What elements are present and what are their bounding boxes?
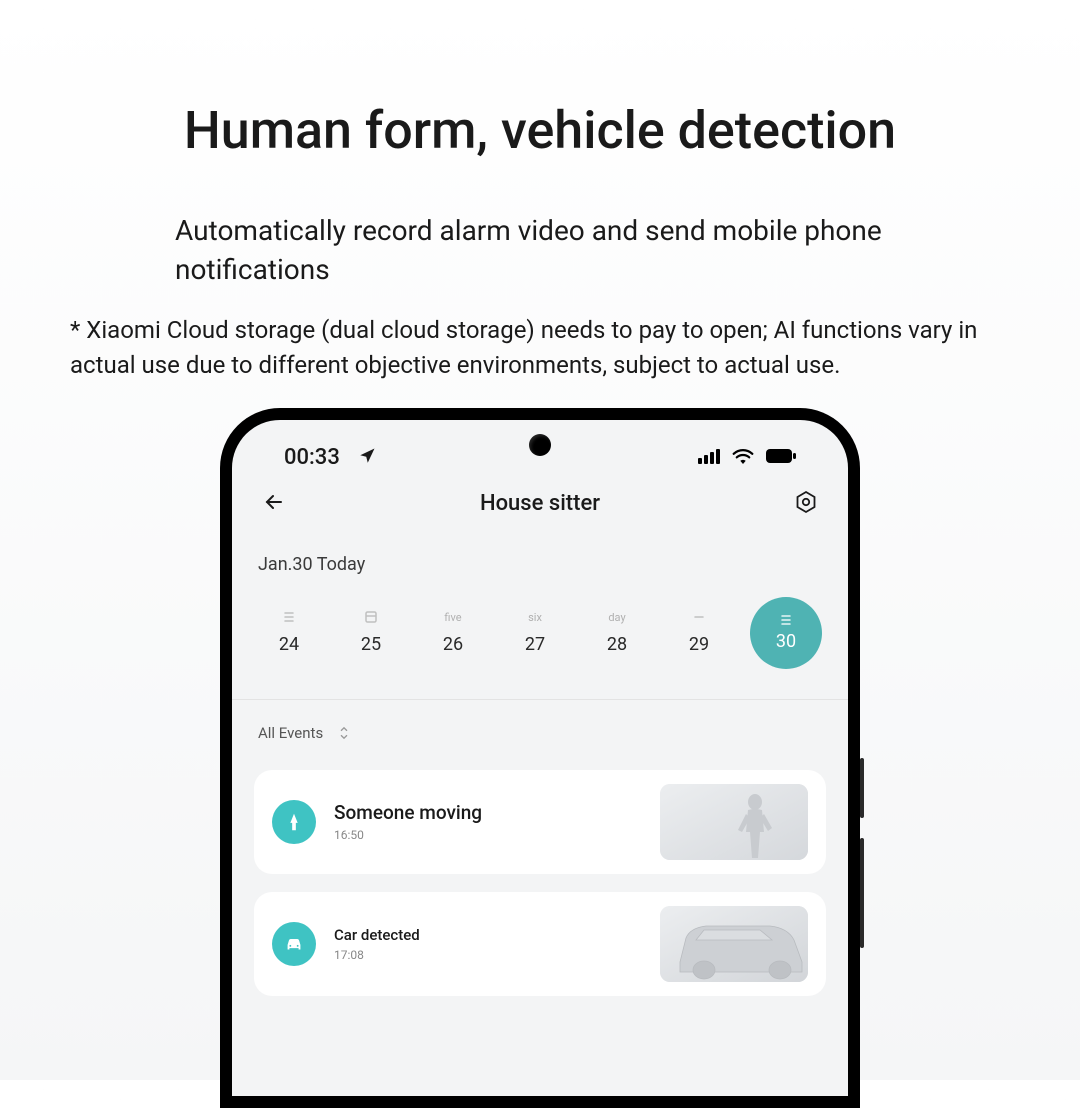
cellular-icon	[698, 448, 720, 468]
calendar-day-top: day	[608, 610, 625, 624]
app-bar: House sitter	[254, 478, 826, 526]
wifi-icon	[732, 448, 754, 468]
phone-frame: 00:33	[220, 408, 860, 1108]
battery-icon	[766, 448, 796, 468]
calendar-row: 24 25 five 26 six 27 day 28 29 30	[254, 597, 826, 669]
date-label: Jan.30 Today	[258, 554, 826, 575]
calendar-day-top: six	[528, 610, 542, 624]
calendar-day-26[interactable]: five 26	[422, 610, 484, 655]
car-icon	[272, 922, 316, 966]
calendar-day-29[interactable]: 29	[668, 610, 730, 655]
calendar-day-number: 28	[607, 634, 627, 655]
calendar-day-25[interactable]: 25	[340, 610, 402, 655]
events-filter[interactable]: All Events	[258, 724, 826, 742]
calendar-day-number: 26	[443, 634, 463, 655]
phone-screen: 00:33	[232, 420, 848, 1096]
phone-side-buttons	[860, 758, 864, 948]
calendar-day-top	[364, 610, 378, 624]
sort-icon	[337, 726, 351, 740]
calendar-day-top	[779, 613, 793, 627]
disclaimer-note: * Xiaomi Cloud storage (dual cloud stora…	[70, 313, 1010, 383]
event-title: Someone moving	[334, 801, 642, 824]
headline: Human form, vehicle detection	[70, 100, 1010, 161]
event-time: 16:50	[334, 828, 642, 842]
calendar-day-number: 25	[361, 634, 381, 655]
calendar-day-number: 29	[689, 634, 709, 655]
event-title: Car detected	[334, 926, 642, 944]
event-card[interactable]: Someone moving 16:50	[254, 770, 826, 874]
calendar-day-top: five	[444, 610, 461, 624]
person-icon	[272, 800, 316, 844]
calendar-day-number: 24	[279, 634, 299, 655]
events-list: Someone moving 16:50 Car detected 17:08	[254, 770, 826, 996]
event-thumbnail	[660, 784, 808, 860]
event-time: 17:08	[334, 948, 642, 962]
calendar-day-28[interactable]: day 28	[586, 610, 648, 655]
subheadline: Automatically record alarm video and sen…	[70, 211, 1010, 289]
event-card[interactable]: Car detected 17:08	[254, 892, 826, 996]
app-title: House sitter	[480, 491, 600, 516]
calendar-day-number: 27	[525, 634, 545, 655]
settings-button[interactable]	[794, 490, 818, 518]
back-button[interactable]	[262, 490, 286, 518]
calendar-day-number: 30	[776, 631, 796, 652]
divider	[232, 699, 848, 700]
calendar-day-top	[282, 610, 296, 624]
event-thumbnail	[660, 906, 808, 982]
calendar-day-top	[692, 610, 706, 624]
phone-camera-hole	[529, 434, 551, 456]
filter-label: All Events	[258, 724, 323, 742]
calendar-day-30[interactable]: 30	[750, 597, 822, 669]
calendar-day-24[interactable]: 24	[258, 610, 320, 655]
calendar-day-27[interactable]: six 27	[504, 610, 566, 655]
location-icon	[358, 447, 376, 469]
status-time: 00:33	[284, 445, 340, 470]
